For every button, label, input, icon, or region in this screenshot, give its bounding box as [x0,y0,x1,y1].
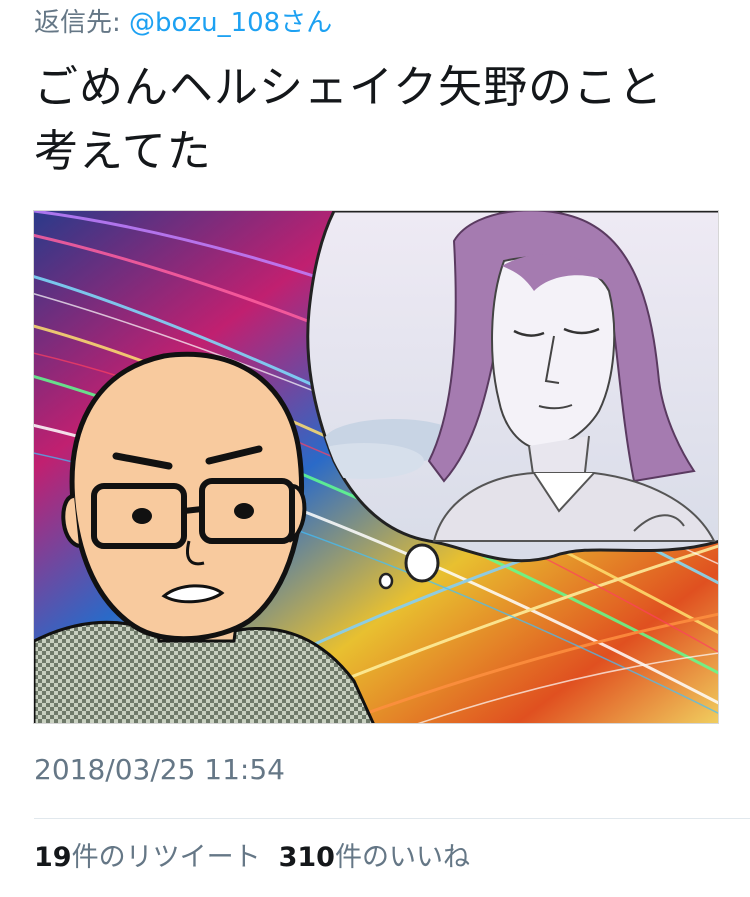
tweet-text: ごめんヘルシェイク矢野のこと 考えてた [34,56,724,184]
reply-to-line: 返信先: @bozu_108さん [34,6,332,40]
reply-handle-link[interactable]: @bozu_108 [129,8,280,38]
media-illustration [34,211,718,723]
tweet-media-image[interactable] [33,210,719,724]
retweet-label: 件のリツイート [71,842,261,873]
divider [34,818,750,819]
like-count-link[interactable]: 310件のいいね [279,842,470,873]
tweet-text-line-1: ごめんヘルシェイク矢野のこと [34,62,664,113]
tweet-timestamp: 2018/03/25 11:54 [34,753,285,786]
tweet-detail: 返信先: @bozu_108さん ごめんヘルシェイク矢野のこと 考えてた 201… [0,0,750,897]
like-label: 件のいいね [334,842,470,873]
reply-suffix: さん [280,8,333,38]
like-count: 310 [278,842,335,873]
reply-prefix: 返信先: [34,8,130,38]
retweet-count-link[interactable]: 19件のリツイート [34,842,261,873]
engagement-stats: 19件のリツイート 310件のいいね [34,840,470,876]
retweet-count: 19 [34,842,72,873]
tweet-text-line-2: 考えてた [34,126,212,177]
